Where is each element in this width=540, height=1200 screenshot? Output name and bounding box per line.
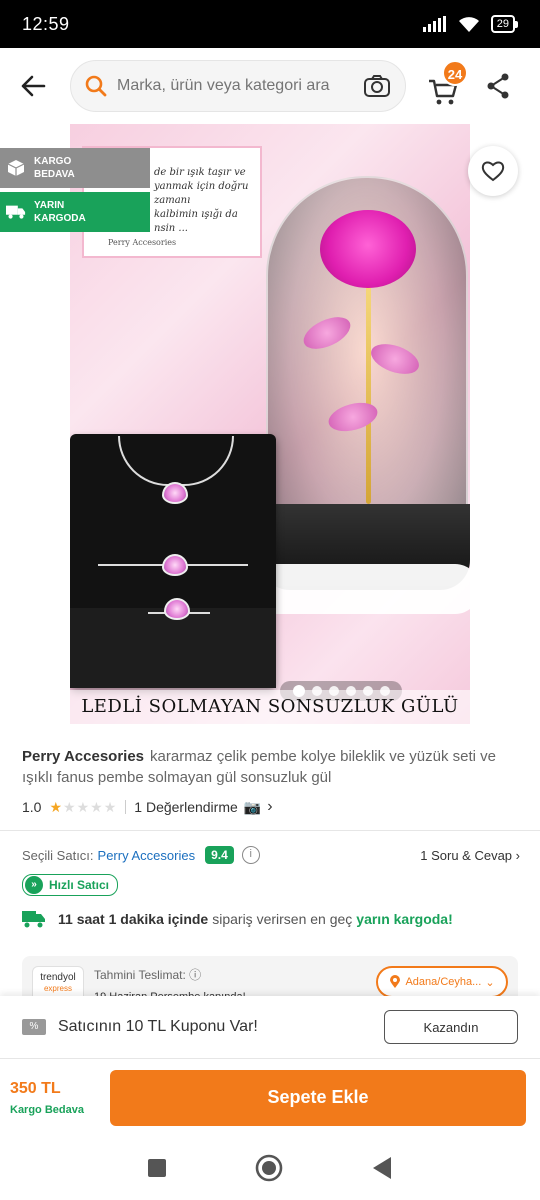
coupon-text: Satıcının 10 TL Kuponu Var!: [58, 1018, 258, 1035]
purchase-bar: 350 TL Kargo Bedava Sepete Ekle: [0, 1058, 540, 1136]
logo-top: trendyol: [40, 972, 76, 983]
review-count[interactable]: 1 Değerlendirme: [134, 799, 238, 815]
bracelet-gem: [162, 554, 188, 576]
rating-row[interactable]: 1.0 ★★★★★ 1 Değerlendirme 📷 ›: [22, 798, 518, 816]
fast-seller-badge: » Hızlı Satıcı: [22, 874, 119, 896]
product-title-section: Perry Accesories kararmaz çelik pembe kol…: [0, 724, 540, 816]
jewelry-box-base: [70, 608, 276, 688]
chevron-right-icon: ›: [267, 798, 273, 815]
estimate-label: Tahmini Teslimat:: [94, 968, 186, 982]
coupon-icon: %: [22, 1019, 46, 1035]
necklace-gem: [162, 482, 188, 504]
star-icon: ★: [49, 798, 64, 815]
cart-count-badge: 24: [442, 60, 468, 86]
decor-snow: [250, 564, 470, 614]
note-line: de bir ışık taşır ve: [154, 167, 246, 178]
rose-flower: [320, 210, 416, 288]
note-line: nsin ...: [154, 223, 188, 234]
fast-seller-label: Hızlı Satıcı: [49, 878, 110, 892]
image-caption: LEDLİ SOLMAYAN SONSUZLUK GÜLÜ: [70, 690, 470, 724]
wifi-icon: [458, 17, 479, 32]
back-nav-icon[interactable]: [371, 1156, 393, 1180]
share-button[interactable]: [482, 66, 514, 106]
rose-stem: [366, 284, 371, 504]
seller-label: Seçili Satıcı:: [22, 847, 94, 863]
status-icons: 29: [422, 15, 518, 33]
photo-review-icon: 📷: [243, 798, 262, 815]
badge-line: KARGODA: [34, 213, 86, 224]
price-block: 350 TL Kargo Bedava: [10, 1080, 106, 1116]
battery-icon: 29: [490, 15, 518, 33]
share-icon: [487, 73, 509, 99]
product-brand[interactable]: Perry Accesories: [22, 748, 144, 765]
home-icon[interactable]: [255, 1154, 283, 1182]
star-icon: ★: [103, 798, 118, 815]
price: 350 TL: [10, 1079, 61, 1097]
fast-seller-icon: »: [25, 876, 43, 894]
next-day-badge: YARIN KARGODA: [0, 192, 150, 232]
star-icon: ★: [63, 798, 77, 815]
truck-icon: [6, 204, 26, 220]
battery-level: 29: [490, 15, 515, 33]
info-icon[interactable]: i: [241, 846, 260, 864]
recents-icon[interactable]: [147, 1158, 167, 1178]
rating-score: 1.0: [22, 799, 42, 815]
ring-gem: [164, 598, 190, 620]
seller-name-link[interactable]: Perry Accesories: [98, 848, 196, 863]
status-bar: 12:59 29: [0, 0, 540, 48]
qa-label: 1 Soru & Cevap: [420, 847, 513, 863]
note-line: kalbimin ışığı da: [154, 209, 238, 220]
divider: [125, 800, 127, 814]
chevron-right-icon: ›: [515, 847, 520, 863]
delivery-countdown: 11 saat 1 dakika içinde sipariş verirsen…: [22, 910, 520, 928]
camera-search-icon[interactable]: [363, 74, 391, 98]
location-label: Adana/Ceyha...: [405, 976, 482, 988]
shipping-label: Kargo Bedava: [10, 1103, 84, 1116]
arrow-left-icon: [21, 75, 46, 97]
back-button[interactable]: [12, 65, 54, 107]
location-selector[interactable]: Adana/Ceyha... ⌄: [376, 966, 508, 998]
badge-line: BEDAVA: [34, 169, 75, 180]
seller-section: Seçili Satıcı: Perry Accesories 9.4 i 1 …: [22, 846, 520, 928]
badge-line: YARIN: [34, 200, 65, 211]
cart-button[interactable]: 24: [428, 60, 468, 106]
search-input[interactable]: [117, 77, 363, 95]
countdown-middle: sipariş verirsen en geç: [212, 911, 353, 927]
rating-stars: ★★★★★: [49, 799, 117, 816]
star-icon: ★: [90, 798, 104, 815]
info-icon[interactable]: ⓘ: [189, 968, 201, 982]
truck-icon: [22, 911, 45, 928]
product-gallery[interactable]: de bir ışık taşır ve yanmak için doğru z…: [0, 124, 540, 724]
questions-answers-link[interactable]: 1 Soru & Cevap ›: [420, 848, 520, 863]
favorite-button[interactable]: [468, 146, 518, 196]
divider: [0, 830, 540, 831]
system-nav-bar: [0, 1136, 540, 1200]
star-icon: ★: [76, 798, 91, 815]
location-pin-icon: [390, 975, 401, 988]
note-line: yanmak için doğru zamanı: [154, 181, 249, 206]
seller-score-badge: 9.4: [205, 846, 234, 864]
app-header: 24: [0, 48, 540, 124]
product-title: Perry Accesories kararmaz çelik pembe kol…: [22, 746, 518, 788]
countdown-highlight: yarın kargoda!: [356, 911, 453, 927]
free-shipping-badge: KARGO BEDAVA: [0, 148, 150, 188]
signal-icon: [422, 16, 446, 32]
add-to-cart-button[interactable]: Sepete Ekle: [110, 1069, 526, 1126]
status-time: 12:59: [22, 13, 70, 34]
countdown-time: 11 saat 1 dakika içinde: [58, 911, 209, 927]
note-signature: Perry Accesories: [108, 238, 177, 247]
search-icon: [85, 75, 107, 97]
box-icon: [6, 159, 26, 177]
chevron-down-icon: ⌄: [485, 976, 495, 989]
coupon-claim-button[interactable]: Kazandın: [384, 1010, 518, 1044]
coupon-bar: % Satıcının 10 TL Kuponu Var! Kazandın: [0, 996, 540, 1058]
search-box[interactable]: [70, 60, 406, 112]
seller-row: Seçili Satıcı: Perry Accesories 9.4 i 1 …: [22, 846, 520, 864]
badge-line: KARGO: [34, 156, 72, 167]
logo-bottom: express: [43, 984, 72, 993]
heart-icon: [481, 161, 505, 182]
